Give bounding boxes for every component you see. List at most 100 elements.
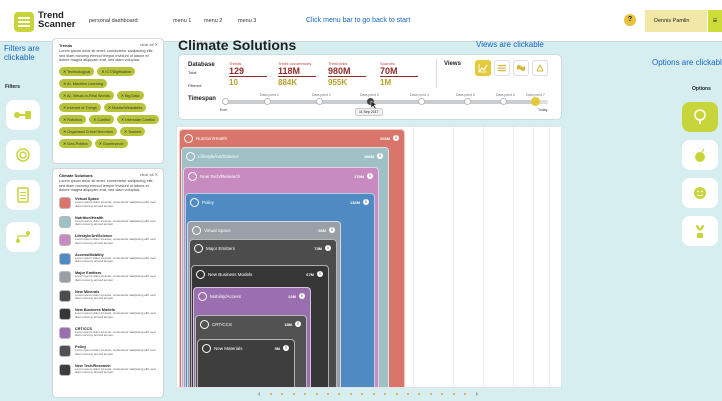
- option-bomb-button[interactable]: [682, 140, 718, 170]
- solution-icon: [59, 197, 71, 209]
- timespan-point[interactable]: [418, 98, 425, 105]
- info-icon[interactable]: i: [299, 293, 305, 299]
- timespan-point[interactable]: [464, 98, 471, 105]
- views-hint: Views are clickable: [476, 40, 544, 49]
- info-icon[interactable]: i: [367, 173, 373, 179]
- view-map-button[interactable]: [513, 60, 529, 76]
- timespan-point-label: Data point 1: [260, 93, 279, 97]
- chart-area-new-materials[interactable]: New Materials 3M i: [197, 339, 295, 387]
- timespan-point[interactable]: [264, 98, 271, 105]
- pager-dot[interactable]: [429, 393, 432, 395]
- user-name[interactable]: Dennis Pamlin: [654, 18, 689, 24]
- info-icon[interactable]: i: [325, 245, 331, 251]
- filter-trends-button[interactable]: [6, 100, 40, 130]
- metric-links-filtered: 955K: [328, 78, 348, 87]
- solution-item-description: Lorem ipsum dolor sit amet, consectetur …: [75, 237, 156, 245]
- pager-dot[interactable]: [361, 393, 364, 395]
- solution-list-item[interactable]: CRT/CCS Lorem ipsum dolor sit amet, conse…: [59, 326, 161, 341]
- info-icon[interactable]: i: [377, 153, 383, 159]
- solution-list-item[interactable]: Nutrition/Health Lorem ipsum dolor sit am…: [59, 215, 161, 230]
- solution-item-description: Lorem ipsum dolor sit amet, consectetur …: [75, 311, 156, 319]
- filter-document-button[interactable]: [6, 180, 40, 210]
- chart-area-value: 3M: [274, 346, 280, 351]
- timespan-start-handle[interactable]: [222, 98, 229, 105]
- pager-dot[interactable]: [292, 393, 295, 395]
- trend-chip[interactable]: ✕ Geo-Politics: [59, 139, 92, 148]
- pager-dot[interactable]: [349, 393, 352, 395]
- trend-chip[interactable]: ✕ Governance: [94, 139, 128, 148]
- option-smiley-button[interactable]: [682, 178, 718, 208]
- metric-links-total: 980M: [328, 66, 351, 76]
- solution-item-description: Lorem ipsum dolor sit amet, consectetur …: [75, 274, 156, 282]
- pager-dot[interactable]: [269, 393, 272, 395]
- solution-list-item[interactable]: Access/Mobility Lorem ipsum dolor sit ame…: [59, 252, 161, 267]
- trend-chip[interactable]: ✕ Conflict: [89, 115, 114, 124]
- trend-chip[interactable]: ✕ ICT/Digitisation: [97, 67, 136, 76]
- pager-dot[interactable]: [395, 393, 398, 395]
- info-icon[interactable]: i: [283, 345, 289, 351]
- filter-spiral-button[interactable]: [6, 140, 40, 170]
- pager-dot[interactable]: [372, 393, 375, 395]
- info-icon[interactable]: i: [363, 199, 369, 205]
- nav-menu-2[interactable]: menu 2: [204, 18, 222, 24]
- nav-menu-3[interactable]: menu 3: [238, 18, 256, 24]
- solution-list-item[interactable]: Lifestyle/Art/Science Lorem ipsum dolor s…: [59, 234, 161, 248]
- solution-item-description: Lorem ipsum dolor sit amet, consectetur …: [75, 366, 156, 375]
- option-plant-button[interactable]: [682, 216, 718, 246]
- pager-dot[interactable]: [464, 393, 467, 395]
- solution-icon: [59, 234, 71, 246]
- trend-chip[interactable]: ✕ Mobile/Wearables: [103, 103, 147, 112]
- pager-dot[interactable]: [418, 393, 421, 395]
- trend-chip[interactable]: ✕ Internet of Things: [59, 103, 101, 112]
- timespan-point[interactable]: [500, 98, 507, 105]
- solution-list-item[interactable]: Virtual Space Lorem ipsum dolor sit amet,…: [59, 197, 161, 211]
- hamburger-menu-icon[interactable]: ≡: [708, 10, 722, 32]
- pager-dot[interactable]: [304, 393, 307, 395]
- solution-list-item[interactable]: Policy Lorem ipsum dolor sit amet, consec…: [59, 345, 161, 359]
- metric-occurrences-filtered: 884K: [278, 78, 298, 87]
- info-icon[interactable]: i: [329, 227, 335, 233]
- pager-dot[interactable]: [441, 393, 444, 395]
- pager-dot[interactable]: [315, 393, 318, 395]
- timespan-point[interactable]: [316, 98, 323, 105]
- trend-chip[interactable]: ✕ Tourism: [119, 127, 146, 136]
- pager-prev-icon[interactable]: ‹: [258, 391, 260, 398]
- bomb-icon: [695, 148, 705, 162]
- trend-chip[interactable]: ✕ Organised Crime/Terrorism: [59, 127, 117, 136]
- help-icon[interactable]: ?: [624, 14, 636, 26]
- info-icon[interactable]: i: [317, 271, 323, 277]
- info-icon[interactable]: i: [393, 135, 399, 141]
- trend-chip[interactable]: ✕ Robotics: [59, 115, 87, 124]
- solution-list-item[interactable]: New Tech/Research Lorem ipsum dolor sit a…: [59, 363, 161, 378]
- trends-panel-description: Lorem ipsum dolor sit amet, consectetur …: [59, 49, 154, 63]
- trend-chip[interactable]: ✕ Big Data: [116, 91, 144, 100]
- pager-dot[interactable]: [338, 393, 341, 395]
- pager-next-icon[interactable]: ›: [476, 391, 478, 398]
- pager-dot[interactable]: [452, 393, 455, 395]
- view-line-chart-button[interactable]: [475, 60, 491, 76]
- pager-dot[interactable]: [384, 393, 387, 395]
- solution-list-item[interactable]: Major Emitters Lorem ipsum dolor sit amet…: [59, 271, 161, 285]
- trends-clear-all-button[interactable]: clear all ✕: [140, 42, 158, 47]
- solution-list-item[interactable]: New Business Models Lorem ipsum dolor sit…: [59, 308, 161, 322]
- trend-chip[interactable]: ✕ AI, Machine Learning: [59, 79, 107, 88]
- solutions-panel-title: Climate Solutions: [59, 173, 93, 178]
- view-list-button[interactable]: [494, 60, 510, 76]
- pager-dot[interactable]: [281, 393, 284, 395]
- app-logo-text[interactable]: Trend Scanner: [38, 11, 76, 30]
- solution-list-item[interactable]: New Minerals Lorem ipsum dolor sit amet, …: [59, 289, 161, 304]
- nav-menu-1[interactable]: menu 1: [173, 18, 191, 24]
- info-icon[interactable]: i: [295, 321, 301, 327]
- option-tree-button[interactable]: [682, 102, 718, 132]
- trendscanner-logo-icon[interactable]: [14, 12, 34, 32]
- pager-dot[interactable]: [407, 393, 410, 395]
- timespan-end-handle[interactable]: [531, 97, 540, 106]
- trend-chip[interactable]: ✕ Technological: [59, 67, 95, 76]
- solutions-clear-all-button[interactable]: clear all ✕: [140, 172, 158, 177]
- cursor-icon: [370, 100, 378, 110]
- view-network-button[interactable]: [532, 60, 548, 76]
- trend-chip[interactable]: ✕ AI, Virtual-to-Real Worlds: [59, 91, 114, 100]
- pager-dot[interactable]: [326, 393, 329, 395]
- trend-chip[interactable]: ✕ Interstate Conflict: [116, 115, 159, 124]
- filter-link-button[interactable]: [6, 222, 40, 252]
